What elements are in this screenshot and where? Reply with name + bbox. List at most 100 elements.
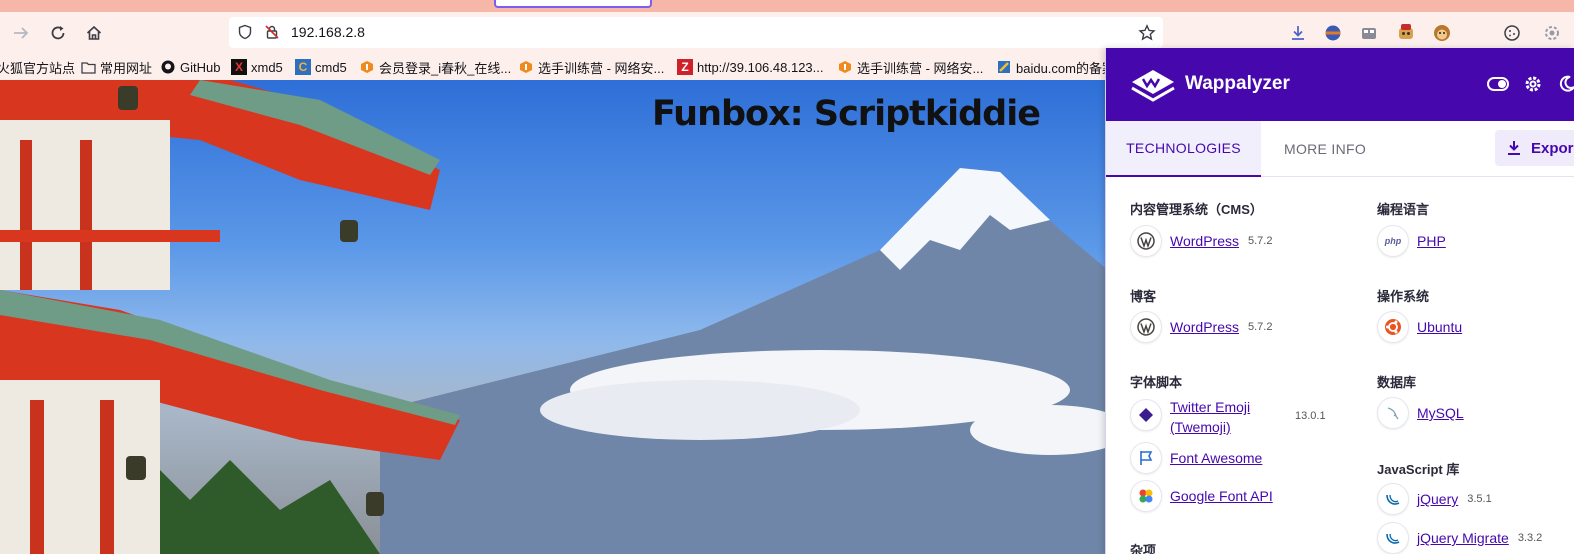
tech-item-twemoji[interactable]: Twitter Emoji (Twemoji) 13.0.1 [1130, 397, 1326, 437]
tech-name[interactable]: MySQL [1417, 405, 1464, 421]
bookmark-label: 会员登录_i春秋_在线... [379, 60, 512, 76]
tech-item-font-awesome[interactable]: Font Awesome [1130, 442, 1262, 474]
bookmark-label: 火狐官方站点 [0, 60, 76, 76]
category-font-scripts: 字体脚本 [1130, 375, 1183, 390]
tech-name[interactable]: WordPress [1170, 319, 1239, 335]
extension-proxy[interactable] [1394, 21, 1418, 45]
xmd5-icon: X [231, 59, 247, 75]
home-icon [86, 25, 102, 40]
ubuntu-icon [1377, 311, 1409, 343]
url-bar[interactable]: 192.168.2.8 [229, 17, 1163, 48]
beian-icon [996, 59, 1012, 75]
bookmark-cmd5[interactable]: C cmd5 [295, 58, 347, 76]
reload-icon [51, 26, 65, 40]
tech-item-php[interactable]: php PHP [1377, 225, 1446, 257]
tech-name[interactable]: Twitter Emoji [1170, 397, 1290, 417]
tech-name[interactable]: jQuery Migrate [1417, 530, 1509, 546]
ichunqiu-icon [518, 59, 534, 75]
monkey-extension-icon [1434, 25, 1450, 41]
tech-item-jquery[interactable]: jQuery 3.5.1 [1377, 483, 1492, 515]
tech-name[interactable]: jQuery [1417, 491, 1458, 507]
tab-technologies[interactable]: TECHNOLOGIES [1106, 121, 1261, 177]
gear-extension-icon [1545, 26, 1559, 40]
bookmark-baidu-beian[interactable]: baidu.com的备案 [996, 58, 1115, 76]
tech-item-google-font-api[interactable]: Google Font API [1130, 480, 1273, 512]
wordpress-icon [1130, 225, 1162, 257]
download-icon [1508, 141, 1520, 155]
wappalyzer-brand: Wappalyzer [1185, 73, 1290, 94]
cmd5-icon: C [295, 59, 311, 75]
google-font-icon [1130, 480, 1162, 512]
active-tab[interactable] [494, 0, 652, 8]
bookmark-training-camp-2[interactable]: 选手训练营 - 网络安... [837, 58, 983, 76]
tech-version: 13.0.1 [1295, 410, 1326, 422]
extension-hackbar[interactable] [1321, 21, 1345, 45]
jquery-icon [1377, 483, 1409, 515]
bookmark-training-camp-1[interactable]: 选手训练营 - 网络安... [518, 58, 664, 76]
bookmark-label: 选手训练营 - 网络安... [538, 60, 665, 76]
jquery-icon [1377, 522, 1409, 554]
mysql-icon [1377, 397, 1409, 429]
bookmark-xmd5[interactable]: X xmd5 [231, 58, 283, 76]
reload-button[interactable] [45, 20, 71, 46]
extension-containers[interactable] [1357, 21, 1381, 45]
category-misc: 杂项 [1130, 543, 1157, 554]
tech-item-mysql[interactable]: MySQL [1377, 397, 1464, 429]
tabs-extension-icon [1362, 28, 1376, 39]
tech-name-line2[interactable]: (Twemoji) [1170, 417, 1290, 437]
tab-more-info[interactable]: MORE INFO [1284, 121, 1366, 177]
ichunqiu-icon [837, 59, 853, 75]
tech-name[interactable]: WordPress [1170, 233, 1239, 249]
tech-item-wordpress[interactable]: WordPress 5.7.2 [1130, 311, 1272, 343]
tech-name[interactable]: Ubuntu [1417, 319, 1462, 335]
bookmark-label: http://39.106.48.123... [697, 59, 824, 75]
cookie-icon [1504, 25, 1520, 41]
tech-name[interactable]: Font Awesome [1170, 450, 1262, 466]
twemoji-icon [1130, 399, 1162, 431]
wappalyzer-popup: Wappalyzer TECHNOLOGIES MORE INFO Expor … [1105, 48, 1574, 554]
ichunqiu-icon [359, 59, 375, 75]
forward-button[interactable] [8, 20, 34, 46]
bookmark-folder-common[interactable]: 常用网址 [80, 58, 152, 76]
bookmark-ip-link[interactable]: Z http://39.106.48.123... [677, 58, 824, 76]
toggle-icon[interactable] [1487, 77, 1509, 91]
download-icon [1292, 26, 1304, 40]
theme-moon-icon[interactable] [1558, 75, 1574, 93]
tech-version: 3.5.1 [1467, 493, 1492, 505]
tech-version: 5.7.2 [1247, 321, 1273, 333]
arrow-right-icon [14, 27, 29, 39]
extension-settings[interactable] [1540, 21, 1564, 45]
bookmark-github[interactable]: GitHub [160, 58, 220, 76]
font-awesome-icon [1130, 442, 1162, 474]
zhihu-z-icon: Z [677, 59, 693, 75]
export-label: Expor [1531, 139, 1574, 157]
tech-item-ubuntu[interactable]: Ubuntu [1377, 311, 1462, 343]
tech-item-jquery-migrate[interactable]: jQuery Migrate 3.3.2 [1377, 522, 1542, 554]
wappalyzer-logo-icon [1131, 70, 1175, 102]
bookmark-ichunqiu[interactable]: 会员登录_i春秋_在线... [359, 58, 511, 76]
extension-monkey[interactable] [1430, 21, 1454, 45]
tech-version: 3.3.2 [1517, 532, 1543, 544]
tech-version: 5.7.2 [1247, 235, 1273, 247]
home-button[interactable] [81, 20, 107, 46]
extension-cookie[interactable] [1500, 21, 1524, 45]
tech-name-wrap: Twitter Emoji (Twemoji) [1170, 397, 1290, 437]
bookmark-label: 常用网址 [100, 60, 153, 76]
downloads-button[interactable] [1286, 21, 1310, 45]
insecure-lock-icon[interactable] [264, 24, 280, 40]
category-programming-language: 编程语言 [1377, 202, 1430, 217]
shield-icon[interactable] [237, 24, 253, 40]
export-button[interactable]: Expor [1495, 130, 1574, 166]
url-text[interactable]: 192.168.2.8 [291, 24, 365, 40]
category-database: 数据库 [1377, 375, 1417, 390]
star-icon[interactable] [1138, 24, 1156, 42]
tech-name[interactable]: Google Font API [1170, 488, 1273, 504]
tab-strip [0, 0, 1574, 12]
bookmark-firefox-official[interactable]: 火狐官方站点 [0, 58, 75, 76]
folder-icon [80, 59, 96, 75]
wappalyzer-header: Wappalyzer [1106, 48, 1574, 121]
robot-extension-icon [1399, 24, 1413, 39]
settings-gear-icon[interactable] [1524, 75, 1542, 93]
tech-name[interactable]: PHP [1417, 233, 1446, 249]
tech-item-wordpress[interactable]: WordPress 5.7.2 [1130, 225, 1272, 257]
